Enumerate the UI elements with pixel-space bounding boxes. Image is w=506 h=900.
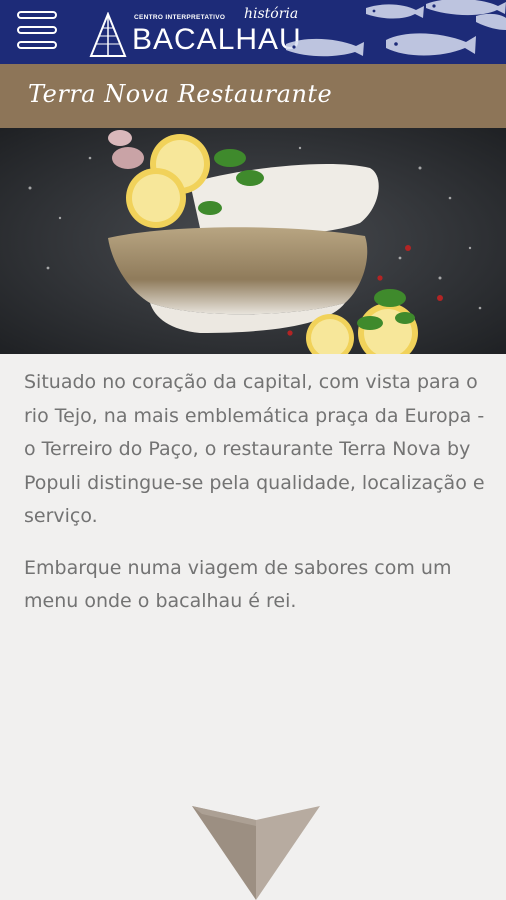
hero-image (0, 128, 506, 354)
scroll-down-arrow-icon[interactable] (192, 806, 320, 900)
logo-mark-icon (89, 12, 127, 57)
codfish-photo (0, 128, 506, 354)
description-paragraph-2: Embarque numa viagem de sabores com um m… (24, 556, 452, 613)
fish-pattern-decoration (286, 0, 506, 57)
logo-small-text: CENTRO INTERPRETATIVO (134, 14, 226, 21)
restaurant-description: Situado no coração da capital, com vista… (24, 366, 486, 637)
hamburger-menu-icon[interactable] (17, 11, 63, 53)
description-paragraph-1: Situado no coração da capital, com vista… (24, 371, 485, 527)
page-title: Terra Nova Restaurante (28, 80, 333, 108)
app-header: CENTRO INTERPRETATIVO história BACALHAU (0, 0, 506, 64)
page-title-bar: Terra Nova Restaurante (0, 64, 506, 128)
